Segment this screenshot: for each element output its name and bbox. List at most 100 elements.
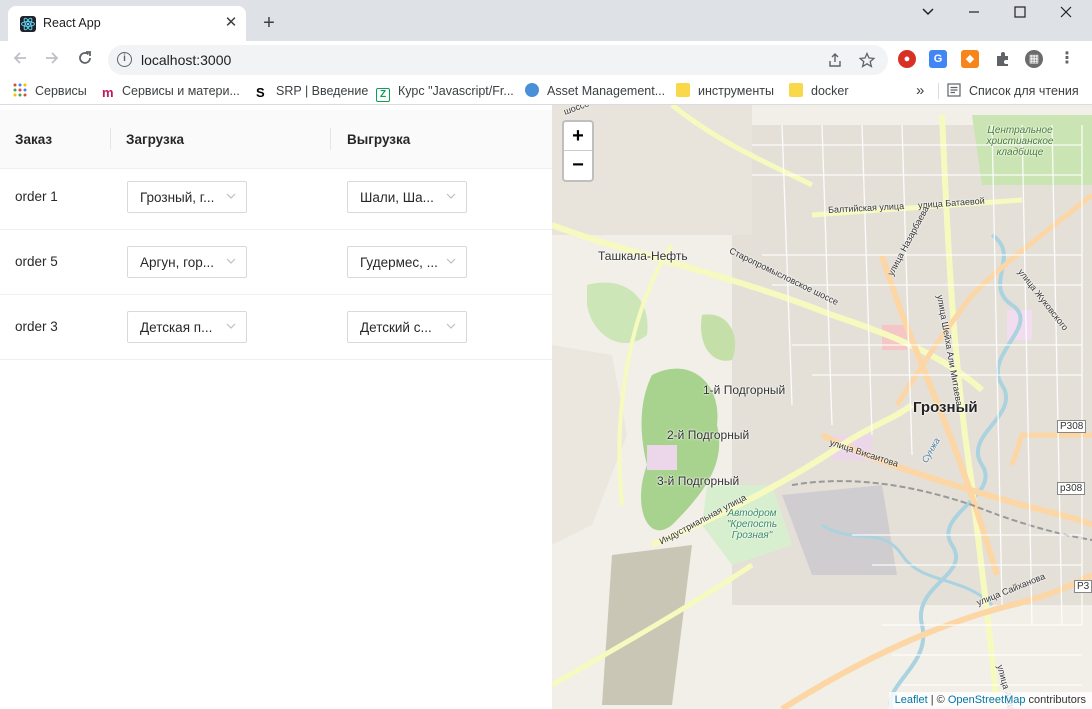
attribution-suffix: contributors (1025, 694, 1086, 706)
reload-button[interactable] (74, 49, 96, 71)
s-logo-icon: S (256, 85, 265, 100)
folder-icon (676, 83, 690, 97)
react-logo-icon (20, 16, 36, 32)
new-tab-button[interactable]: + (258, 12, 280, 34)
profile-avatar[interactable]: ▦ (1025, 50, 1043, 68)
load-point-select[interactable]: Детская п... (127, 311, 247, 343)
column-header-order: Заказ (15, 132, 53, 147)
leaflet-link[interactable]: Leaflet (895, 694, 928, 706)
bookmark-star-icon[interactable] (858, 51, 876, 70)
bookmarks-overflow-button[interactable]: » (916, 83, 924, 101)
chevron-down-icon (446, 193, 456, 199)
road-shield-r308: Р308 (1057, 420, 1087, 433)
select-value: Детский с... (360, 320, 432, 335)
table-row[interactable]: order 1 Грозный, г... Шали, Ша... (0, 165, 552, 230)
table-row[interactable]: order 5 Аргун, гор... Гудермес, ... (0, 230, 552, 295)
bookmark-asset-management[interactable]: Asset Management... (525, 83, 665, 101)
map-label-podgorny-2: 2-й Подгорный (667, 428, 750, 442)
apps-grid-icon (13, 83, 27, 97)
reading-list-button[interactable]: Список для чтения (947, 83, 1079, 101)
address-bar[interactable]: i localhost:3000 (108, 45, 888, 75)
attribution-separator: | © (927, 694, 948, 706)
reading-list-icon (947, 83, 961, 97)
extensions-puzzle-icon[interactable] (994, 50, 1012, 68)
minimize-button[interactable] (959, 4, 989, 24)
bookmark-label: инструменты (698, 84, 774, 98)
map-label-podgorny-3: 3-й Подгорный (657, 474, 740, 488)
order-id: order 1 (15, 189, 58, 204)
browser-toolbar: i localhost:3000 ● G ◆ ▦ ⋮ (0, 41, 1092, 77)
window-close-button[interactable] (1051, 4, 1081, 24)
chevron-down-icon (226, 323, 236, 329)
asset-logo-icon (525, 83, 539, 97)
bookmark-services-materials[interactable]: m Сервисы и матери... (102, 83, 240, 101)
column-header-unload: Выгрузка (347, 132, 411, 147)
site-info-icon[interactable]: i (117, 52, 132, 67)
maximize-button[interactable] (1005, 4, 1035, 24)
osm-link[interactable]: OpenStreetMap (948, 694, 1026, 706)
chevron-down-icon (226, 258, 236, 264)
bookmarks-bar: Сервисы m Сервисы и матери... S SRP | Введ… (0, 77, 1092, 105)
map-label-podgorny-1: 1-й Подгорный (703, 383, 786, 397)
column-divider (330, 128, 331, 150)
bookmark-label: Сервисы (35, 84, 87, 98)
browser-tab[interactable]: React App ✕ (8, 6, 246, 41)
bookmark-label: Курс "Javascript/Fr... (398, 84, 514, 98)
tab-close-icon[interactable]: ✕ (222, 14, 240, 32)
zoom-out-button[interactable]: − (564, 151, 592, 180)
road-shield-r308-lower: р308 (1057, 482, 1086, 495)
map-label-tashkala: Ташкала-Нефть (598, 249, 688, 263)
load-point-select[interactable]: Грозный, г... (127, 181, 247, 213)
browser-tabstrip: React App ✕ + (0, 0, 1092, 41)
app-root: Заказ Загрузка Выгрузка order 1 Грозный,… (0, 105, 1092, 709)
chevron-down-icon (446, 323, 456, 329)
select-value: Грозный, г... (140, 190, 215, 205)
metamask-extension-icon[interactable]: ◆ (961, 50, 979, 68)
order-id: order 5 (15, 254, 58, 269)
browser-menu-icon[interactable]: ⋮ (1058, 50, 1076, 68)
bookmark-folder-tools[interactable]: инструменты (676, 83, 774, 101)
unload-point-select[interactable]: Шали, Ша... (347, 181, 467, 213)
reading-list-label: Список для чтения (969, 84, 1079, 98)
map-label-cemetery: Центральное христианское кладбище (986, 125, 1054, 158)
load-point-select[interactable]: Аргун, гор... (127, 246, 247, 278)
zoom-in-button[interactable]: + (564, 122, 592, 151)
leaflet-map[interactable]: + − Грозный Ташкала-Нефть 1-й Подгорный … (552, 105, 1092, 709)
select-value: Гудермес, ... (360, 255, 438, 270)
forward-button[interactable] (41, 49, 63, 71)
map-attribution: Leaflet | © OpenStreetMap contributors (888, 692, 1092, 709)
bookmark-js-course[interactable]: Z Курс "Javascript/Fr... (376, 83, 514, 102)
adblock-extension-icon[interactable]: ● (898, 50, 916, 68)
bookmark-srp[interactable]: S SRP | Введение (256, 83, 368, 101)
bookmark-label: SRP | Введение (276, 84, 369, 98)
table-row[interactable]: order 3 Детская п... Детский с... (0, 295, 552, 360)
select-value: Шали, Ша... (360, 190, 434, 205)
bookmarks-divider (938, 83, 939, 99)
chevron-down-icon (446, 258, 456, 264)
bookmark-label: Сервисы и матери... (122, 84, 240, 98)
bookmark-label: Asset Management... (547, 84, 666, 98)
back-button[interactable] (9, 49, 31, 71)
orders-table: Заказ Загрузка Выгрузка order 1 Грозный,… (0, 105, 552, 709)
z-logo-icon: Z (376, 88, 390, 102)
m-logo-icon: m (102, 85, 114, 100)
select-value: Аргун, гор... (140, 255, 215, 270)
select-value: Детская п... (140, 320, 213, 335)
bookmark-folder-docker[interactable]: docker (789, 83, 849, 101)
tab-search-icon[interactable] (913, 4, 943, 24)
unload-point-select[interactable]: Детский с... (347, 311, 467, 343)
bookmark-services[interactable]: Сервисы (13, 83, 87, 101)
city-label-grozny: Грозный (913, 399, 978, 416)
tab-title: React App (43, 16, 101, 30)
translate-extension-icon[interactable]: G (929, 50, 947, 68)
share-icon[interactable] (826, 52, 844, 70)
chevron-down-icon (226, 193, 236, 199)
map-tiles (552, 105, 1092, 709)
column-header-load: Загрузка (126, 132, 184, 147)
address-url: localhost:3000 (141, 52, 232, 68)
zoom-control: + − (562, 120, 594, 182)
bookmark-label: docker (811, 84, 849, 98)
order-id: order 3 (15, 319, 58, 334)
folder-icon (789, 83, 803, 97)
unload-point-select[interactable]: Гудермес, ... (347, 246, 467, 278)
